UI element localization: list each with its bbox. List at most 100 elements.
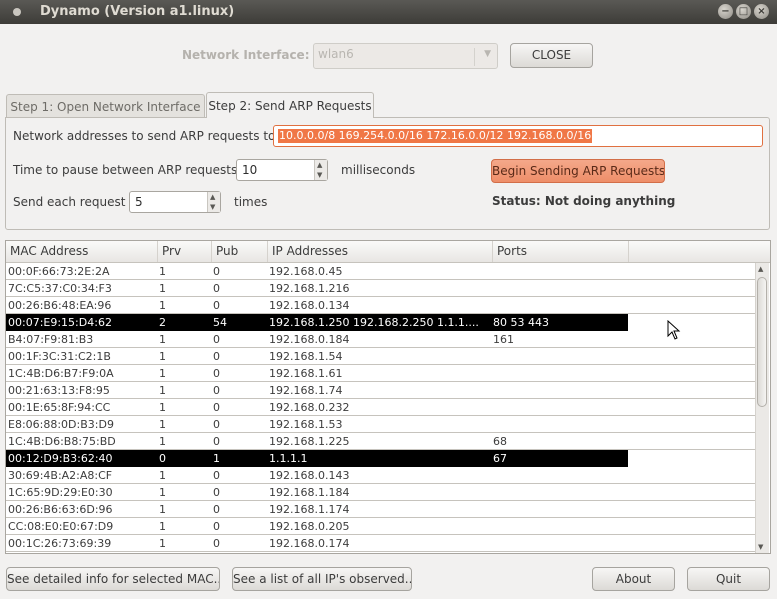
table-row[interactable]: 7C:C5:37:C0:34:F3 1 0 192.168.1.216: [6, 280, 756, 297]
combo-separator: [474, 48, 475, 66]
cell-ip: 192.168.1.184: [269, 486, 350, 499]
cell-mac: CC:08:E0:E0:67:D9: [8, 520, 114, 533]
cell-prv: 1: [159, 486, 166, 499]
chevron-down-icon[interactable]: ▼: [317, 171, 322, 179]
send-count-stepper[interactable]: 5 ▲ ▼: [129, 191, 221, 213]
minimize-icon[interactable]: −: [718, 4, 733, 19]
ip-list-button[interactable]: See a list of all IP's observed...: [232, 567, 412, 591]
cell-mac: 30:69:4B:A2:A8:CF: [8, 469, 113, 482]
cell-prv: 1: [159, 520, 166, 533]
cell-prv: 1: [159, 299, 166, 312]
cell-ip: 1.1.1.1: [269, 452, 308, 465]
cell-ip: 192.168.1.53: [269, 418, 343, 431]
column-header-pub[interactable]: Pub: [212, 241, 268, 262]
column-header-ports[interactable]: Ports: [493, 241, 629, 262]
cell-pub: 0: [213, 367, 220, 380]
chevron-up-icon[interactable]: ▲: [317, 161, 322, 169]
table-row[interactable]: 00:21:63:13:F8:95 1 0 192.168.1.74: [6, 382, 756, 399]
cell-ip: 192.168.0.174: [269, 537, 350, 550]
table-row[interactable]: 00:1C:26:73:69:39 1 0 192.168.0.174: [6, 535, 756, 552]
stepper-arrows[interactable]: ▲ ▼: [207, 192, 220, 212]
cell-prv: 1: [159, 503, 166, 516]
cell-mac: 00:1C:26:73:69:39: [8, 537, 112, 550]
network-interface-label: Network Interface:: [182, 48, 310, 62]
cell-pub: 0: [213, 503, 220, 516]
cell-pub: 0: [213, 282, 220, 295]
quit-button[interactable]: Quit: [687, 567, 770, 591]
mac-table[interactable]: MAC Address Prv Pub IP Addresses Ports 0…: [5, 240, 771, 554]
chevron-down-icon[interactable]: ▼: [210, 203, 215, 211]
table-row[interactable]: CC:08:E0:E0:67:D9 1 0 192.168.0.205: [6, 518, 756, 535]
tab-send-arp-requests[interactable]: Step 2: Send ARP Requests: [206, 92, 374, 118]
network-interface-value: wlan6: [318, 47, 354, 61]
close-window-icon[interactable]: ×: [754, 4, 769, 19]
table-row[interactable]: 00:0F:66:73:2E:2A 1 0 192.168.0.45: [6, 263, 756, 280]
cell-ip: 192.168.0.45: [269, 265, 343, 278]
table-row[interactable]: 00:26:B6:48:EA:96 1 0 192.168.0.134: [6, 297, 756, 314]
cell-ports: 161: [493, 333, 514, 346]
column-header-prv[interactable]: Prv: [158, 241, 212, 262]
window-titlebar[interactable]: Dynamo (Version a1.linux) − □ ×: [0, 0, 777, 24]
cell-ip: 192.168.1.250 192.168.2.250 1.1.1....: [269, 316, 479, 329]
column-header-ip[interactable]: IP Addresses: [268, 241, 493, 262]
cell-mac: 00:1F:3C:31:C2:1B: [8, 350, 111, 363]
cell-pub: 0: [213, 265, 220, 278]
cell-ip: 192.168.0.134: [269, 299, 350, 312]
cell-ip: 192.168.0.232: [269, 401, 350, 414]
cell-pub: 1: [213, 452, 220, 465]
scroll-down-icon[interactable]: ▼: [758, 543, 763, 551]
cell-mac: 1C:65:9D:29:E0:30: [8, 486, 113, 499]
cell-prv: 1: [159, 401, 166, 414]
mouse-cursor-icon: [667, 320, 681, 340]
table-row[interactable]: 1C:4B:D6:B8:75:BD 1 0 192.168.1.225 68: [6, 433, 756, 450]
cell-prv: 1: [159, 418, 166, 431]
cell-pub: 0: [213, 350, 220, 363]
table-row[interactable]: 30:69:4B:A2:A8:CF 1 0 192.168.0.143: [6, 467, 756, 484]
network-interface-select[interactable]: wlan6 ▼: [313, 43, 498, 69]
column-header-mac[interactable]: MAC Address: [6, 241, 158, 262]
scroll-up-icon[interactable]: ▲: [758, 265, 763, 273]
table-row[interactable]: 00:07:E9:15:D4:62 2 54 192.168.1.250 192.16…: [6, 314, 628, 331]
table-row[interactable]: B4:07:F9:81:B3 1 0 192.168.0.184 161: [6, 331, 756, 348]
app-icon: [13, 8, 21, 16]
pause-unit: milliseconds: [341, 163, 416, 177]
maximize-icon[interactable]: □: [736, 4, 751, 19]
begin-sending-button[interactable]: Begin Sending ARP Requests: [491, 159, 665, 183]
pause-value: 10: [242, 163, 258, 177]
table-row[interactable]: 1C:65:9D:29:E0:30 1 0 192.168.1.184: [6, 484, 756, 501]
cell-pub: 0: [213, 384, 220, 397]
cell-ip: 192.168.1.74: [269, 384, 343, 397]
table-scrollbar[interactable]: ▲ ▼: [755, 263, 769, 553]
table-row[interactable]: 1C:4B:D6:B7:F9:0A 1 0 192.168.1.61: [6, 365, 756, 382]
cell-prv: 2: [159, 316, 166, 329]
send-count-value: 5: [135, 195, 143, 209]
table-row[interactable]: 00:1E:65:8F:94:CC 1 0 192.168.0.232: [6, 399, 756, 416]
cell-prv: 0: [159, 452, 166, 465]
scrollbar-thumb[interactable]: [757, 277, 767, 407]
cell-ports: 68: [493, 435, 507, 448]
cell-pub: 54: [213, 316, 227, 329]
close-button[interactable]: CLOSE: [510, 43, 593, 68]
stepper-arrows[interactable]: ▲ ▼: [314, 160, 327, 180]
table-row[interactable]: 00:12:D9:B3:62:40 0 1 1.1.1.1 67: [6, 450, 628, 467]
cell-mac: 00:26:B6:48:EA:96: [8, 299, 112, 312]
cell-ip: 192.168.1.216: [269, 282, 350, 295]
cell-mac: 1C:4B:D6:B8:75:BD: [8, 435, 116, 448]
about-button[interactable]: About: [592, 567, 675, 591]
cell-prv: 1: [159, 333, 166, 346]
table-row[interactable]: 00:26:B6:63:6D:96 1 0 192.168.1.174: [6, 501, 756, 518]
table-row[interactable]: E8:06:88:0D:B3:D9 1 0 192.168.1.53: [6, 416, 756, 433]
addresses-input[interactable]: 10.0.0.0/8 169.254.0.0/16 172.16.0.0/12 …: [273, 125, 763, 147]
cell-mac: 00:21:63:13:F8:95: [8, 384, 110, 397]
cell-ports: 80 53 443: [493, 316, 549, 329]
pause-stepper[interactable]: 10 ▲ ▼: [236, 159, 328, 181]
tab-open-network-interface[interactable]: Step 1: Open Network Interface: [6, 94, 205, 118]
table-body: 00:0F:66:73:2E:2A 1 0 192.168.0.45 7C:C5:37:…: [6, 263, 756, 552]
cell-mac: 00:26:B6:63:6D:96: [8, 503, 113, 516]
cell-pub: 0: [213, 299, 220, 312]
cell-ports: 67: [493, 452, 507, 465]
table-row[interactable]: 00:1F:3C:31:C2:1B 1 0 192.168.1.54: [6, 348, 756, 365]
detailed-info-button[interactable]: See detailed info for selected MAC...: [6, 567, 220, 591]
cell-prv: 1: [159, 282, 166, 295]
chevron-up-icon[interactable]: ▲: [210, 193, 215, 201]
